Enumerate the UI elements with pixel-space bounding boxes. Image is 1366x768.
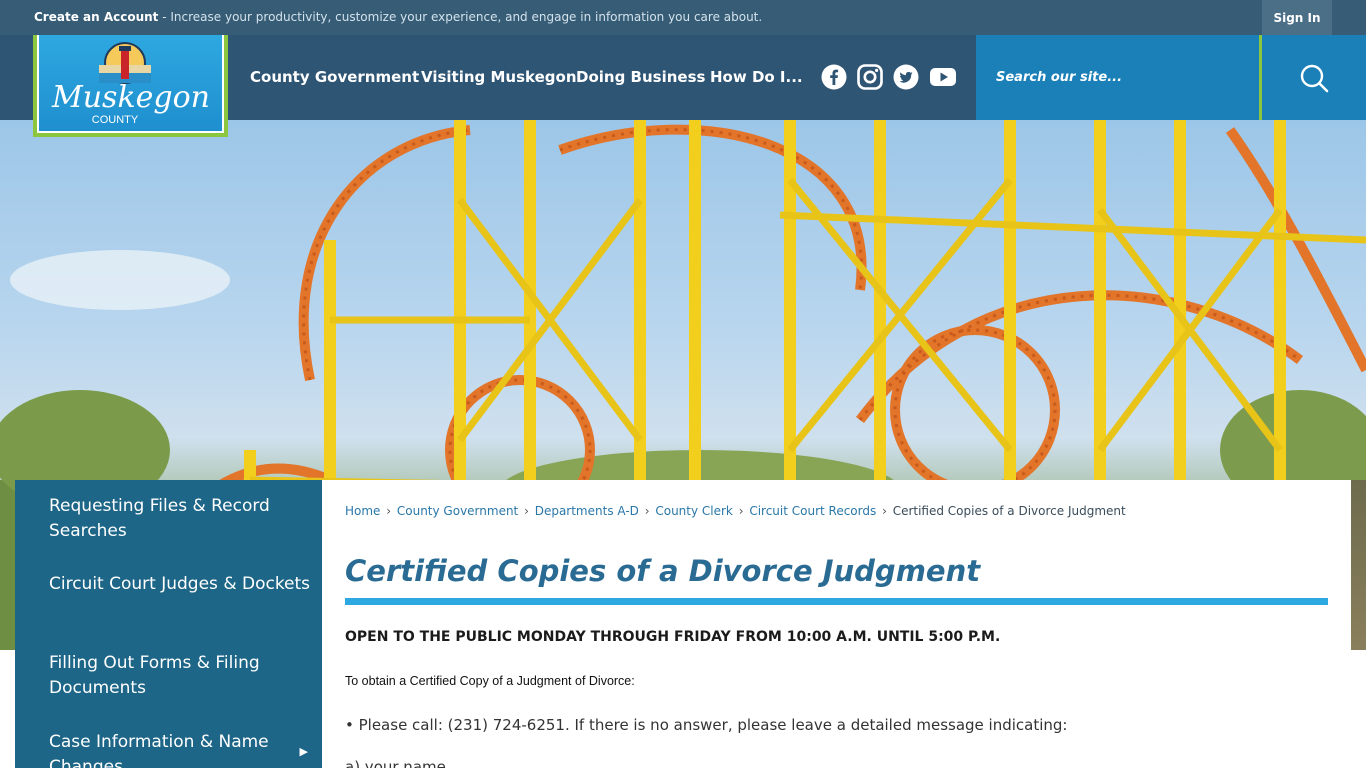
site-search bbox=[976, 35, 1259, 120]
call-instructions: • Please call: (231) 724-6251. If there … bbox=[345, 716, 1068, 734]
sidebar-nav: Requesting Files & Record Searches Circu… bbox=[15, 480, 322, 768]
nav-doing-business[interactable]: Doing Business bbox=[576, 68, 705, 86]
breadcrumb-departments[interactable]: Departments A-D bbox=[535, 504, 639, 518]
office-hours: OPEN TO THE PUBLIC MONDAY THROUGH FRIDAY… bbox=[345, 629, 1001, 645]
breadcrumb-home[interactable]: Home bbox=[345, 504, 380, 518]
twitter-icon[interactable] bbox=[893, 64, 919, 90]
breadcrumb-separator: › bbox=[382, 504, 395, 518]
nav-visiting-muskegon[interactable]: Visiting Muskegon bbox=[421, 68, 577, 86]
breadcrumb-separator: › bbox=[734, 504, 748, 518]
sidebar-item-case-information[interactable]: Case Information & Name Changes bbox=[15, 730, 322, 768]
nav-county-government[interactable]: County Government bbox=[250, 68, 419, 86]
sign-in-button[interactable]: Sign In bbox=[1262, 0, 1332, 35]
breadcrumb-separator: › bbox=[878, 504, 891, 518]
sidebar-item-requesting-files[interactable]: Requesting Files & Record Searches bbox=[15, 494, 322, 544]
breadcrumb-circuit-court-records[interactable]: Circuit Court Records bbox=[749, 504, 876, 518]
create-account-tagline: - Increase your productivity, customize … bbox=[158, 10, 763, 24]
sidebar-item-circuit-court-judges[interactable]: Circuit Court Judges & Dockets bbox=[15, 572, 322, 597]
logo-subtitle: COUNTY bbox=[92, 114, 139, 126]
create-account-link[interactable]: Create an Account bbox=[34, 10, 158, 24]
create-account-banner: Create an Account - Increase your produc… bbox=[34, 10, 762, 24]
breadcrumb-county-clerk[interactable]: County Clerk bbox=[655, 504, 733, 518]
logo-wordmark: Muskegon bbox=[51, 80, 210, 115]
sidebar-item-filling-out-forms[interactable]: Filling Out Forms & Filing Documents bbox=[15, 651, 322, 701]
logo-panel: Muskegon COUNTY bbox=[37, 35, 224, 133]
search-icon bbox=[1300, 64, 1329, 92]
search-input[interactable] bbox=[976, 35, 1259, 120]
chevron-right-icon[interactable]: ▶ bbox=[300, 745, 308, 758]
instructions-intro: To obtain a Certified Copy of a Judgment… bbox=[345, 674, 635, 688]
top-bar: Create an Account - Increase your produc… bbox=[0, 0, 1366, 35]
list-item-name: a) your name bbox=[345, 758, 446, 768]
hero-edge bbox=[1351, 480, 1366, 650]
facebook-icon[interactable] bbox=[821, 64, 847, 90]
title-divider bbox=[345, 598, 1328, 605]
instagram-icon[interactable] bbox=[857, 64, 883, 90]
youtube-icon[interactable] bbox=[929, 64, 957, 90]
lighthouse-logo-icon: Muskegon COUNTY bbox=[51, 42, 210, 126]
page-title: Certified Copies of a Divorce Judgment bbox=[345, 554, 981, 588]
breadcrumb-separator: › bbox=[640, 504, 654, 518]
nav-how-do-i[interactable]: How Do I... bbox=[710, 68, 803, 86]
site-logo[interactable]: Muskegon COUNTY bbox=[33, 35, 228, 137]
breadcrumb-separator: › bbox=[520, 504, 533, 518]
breadcrumb-county-government[interactable]: County Government bbox=[397, 504, 518, 518]
breadcrumb-current: Certified Copies of a Divorce Judgment bbox=[892, 504, 1126, 518]
search-button[interactable] bbox=[1259, 35, 1366, 120]
breadcrumb: Home › County Government › Departments A… bbox=[345, 504, 1126, 518]
main-content: Home › County Government › Departments A… bbox=[322, 480, 1351, 768]
